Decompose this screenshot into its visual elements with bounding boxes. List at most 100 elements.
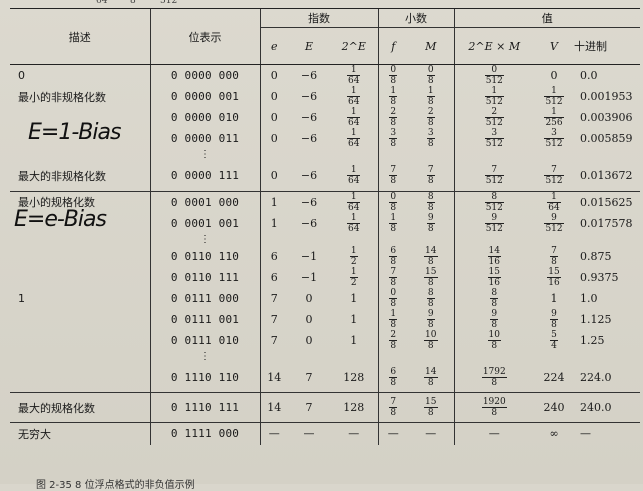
header-exponent: 指数: [259, 8, 379, 28]
denominator: 2: [350, 256, 357, 267]
fraction: 14 8: [424, 245, 438, 267]
numerator: 1: [389, 308, 398, 320]
empty-cell: [288, 149, 330, 161]
bit-pattern: 0 0111 010: [149, 329, 260, 351]
numerator: 3: [544, 128, 564, 139]
significand-M: 98: [408, 213, 454, 234]
numerator: 9: [426, 212, 435, 224]
header-e: e: [259, 27, 288, 65]
fraction: 1792 8: [481, 367, 507, 388]
value-text: 1: [550, 291, 558, 305]
significand-M: 14 8: [408, 246, 454, 267]
exponent-e: 6: [259, 266, 288, 288]
value-text: —: [488, 427, 500, 441]
numerator: 1: [347, 65, 361, 76]
numerator: 0: [389, 191, 398, 203]
exponent-e: 6: [259, 245, 288, 267]
product: 9 512: [453, 212, 535, 234]
denominator: 8: [427, 256, 434, 267]
fraction: 9 512: [544, 213, 564, 234]
numerator: 9: [544, 213, 564, 224]
power-of-two: 1 64: [330, 161, 378, 191]
fraction: 08: [389, 288, 398, 309]
product: 14 16: [453, 245, 535, 267]
bit-pattern: 0 1110 110: [149, 362, 260, 393]
denominator: 8: [390, 319, 397, 330]
empty-cell: [10, 234, 150, 246]
significand-M: 88: [408, 190, 455, 213]
fraction: 12: [349, 267, 358, 288]
numerator: 3: [426, 128, 435, 139]
fraction: 68: [389, 246, 398, 267]
product: 98: [453, 308, 535, 330]
fraction: 88: [426, 192, 435, 213]
denominator: 8: [427, 408, 434, 418]
numerator: 1: [347, 86, 361, 97]
fraction: 1 64: [347, 107, 361, 128]
fraction: 3 512: [544, 128, 564, 149]
numerator: 7: [544, 165, 564, 177]
numerator: 15: [424, 397, 438, 408]
exponent-e: 0: [259, 161, 288, 191]
row-description: [10, 330, 150, 351]
numerator: 8: [484, 192, 504, 203]
float-format-table: 描述 位表示 指数 小数 值 e E 2^E f M 2^E × M V 十进制…: [10, 8, 641, 445]
numerator: 0: [484, 65, 504, 76]
numerator: 14: [424, 245, 438, 257]
denominator: 512: [545, 176, 563, 187]
empty-cell: [330, 234, 378, 246]
value-text: 128: [343, 370, 365, 384]
numerator: 1: [547, 192, 561, 203]
numerator: 10: [424, 329, 438, 341]
table-row: E=e-Bias 0 0001 001 1 −6 1 64 1 8 9 8 9 512 9 512 0.01…: [10, 207, 640, 234]
denominator: 64: [348, 139, 360, 149]
numerator: 15: [424, 266, 438, 278]
decimal-value: 1.25: [580, 333, 605, 347]
product: 3 512: [453, 128, 535, 149]
numerator: 1: [347, 213, 361, 224]
fraction: 7 512: [484, 165, 504, 186]
denominator: 256: [545, 118, 563, 128]
numerator: 1: [347, 107, 361, 118]
denominator: 512: [545, 223, 563, 234]
fraction: 15 8: [424, 397, 438, 418]
denominator: 8: [551, 256, 557, 267]
exponent-e: —: [259, 422, 288, 445]
numerator: 1: [389, 212, 398, 224]
empty-cell: [534, 149, 574, 161]
numerator: 2: [389, 107, 398, 118]
numerator: 1: [347, 128, 361, 139]
fraction: 78: [389, 267, 398, 288]
remnant-number: 512: [160, 0, 178, 6]
bit-pattern: 0 0111 000: [149, 287, 260, 309]
power-of-two: 1 64: [330, 107, 378, 128]
denominator: 64: [348, 97, 360, 107]
fraction: 14 8: [424, 367, 438, 388]
product: 1792 8: [453, 362, 535, 393]
fraction-f: 08: [377, 287, 409, 309]
fraction: 08: [426, 65, 435, 86]
value-V: 1: [534, 288, 574, 309]
numerator: 8: [426, 287, 435, 299]
empty-cell: [453, 233, 535, 246]
bit-pattern: 0 0000 001: [149, 86, 260, 107]
denominator: 8: [491, 340, 498, 351]
empty-cell: [377, 149, 409, 161]
remnant-number: 8: [130, 0, 136, 6]
power-of-two: 1 64: [330, 213, 378, 234]
denominator: 8: [491, 408, 498, 418]
header-E: E: [288, 27, 330, 65]
fraction: 10 8: [424, 329, 438, 351]
numerator: 0: [426, 65, 435, 76]
numerator: 1: [389, 86, 398, 97]
empty-cell: [259, 350, 288, 363]
fraction: 98: [550, 309, 558, 330]
fraction: 1 64: [347, 86, 361, 107]
fraction: 78: [426, 165, 435, 186]
value-V: 54: [534, 330, 574, 351]
table-row: 0 1110 110 14 7 128 6 8 14 8 1792 8 224 224.0: [10, 362, 640, 393]
value-text: 1: [350, 291, 358, 305]
value-text: 224: [543, 370, 565, 384]
header-fraction: 小数: [377, 8, 455, 28]
exponent-E: −6: [300, 69, 318, 82]
